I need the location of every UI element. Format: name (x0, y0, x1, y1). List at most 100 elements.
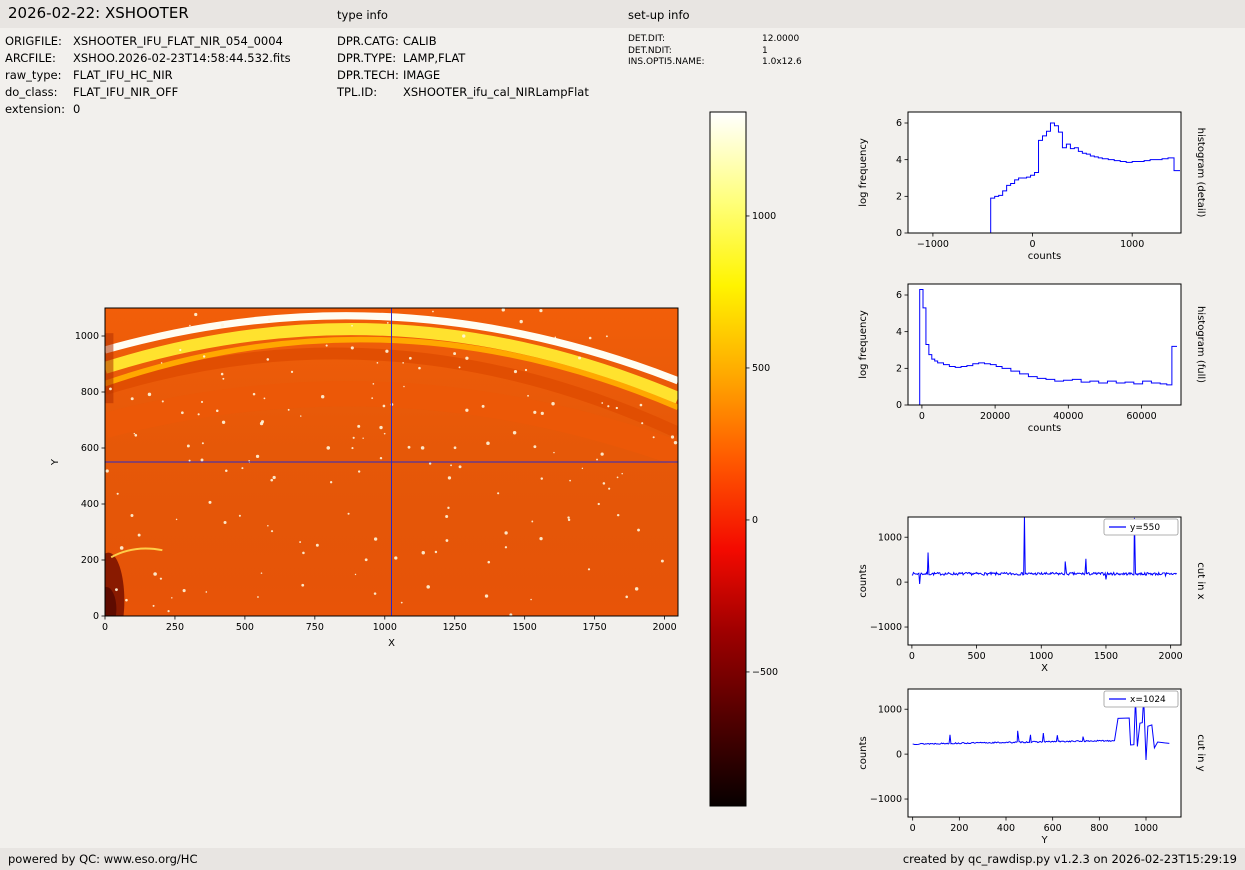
svg-text:0: 0 (93, 611, 99, 622)
svg-text:1000: 1000 (1120, 239, 1144, 250)
svg-text:1250: 1250 (443, 622, 467, 633)
info-row: TPL.ID:XSHOOTER_ifu_cal_NIRLampFlat (337, 84, 589, 101)
svg-text:Y: Y (50, 458, 61, 466)
svg-text:600: 600 (81, 443, 99, 454)
svg-text:counts: counts (1028, 251, 1061, 262)
svg-text:750: 750 (306, 622, 324, 633)
svg-text:0: 0 (896, 400, 902, 411)
svg-text:0: 0 (752, 515, 758, 526)
info-row: DPR.TECH:IMAGE (337, 67, 589, 84)
info-key: extension: (5, 101, 73, 118)
svg-text:0: 0 (896, 577, 902, 588)
info-value: CALIB (403, 33, 437, 50)
svg-text:0: 0 (1030, 239, 1036, 250)
svg-text:0: 0 (909, 651, 915, 662)
svg-text:0: 0 (919, 411, 925, 422)
svg-text:2000: 2000 (1159, 651, 1183, 662)
svg-text:500: 500 (752, 363, 770, 374)
svg-text:cut in x: cut in x (1195, 562, 1206, 599)
svg-text:1500: 1500 (513, 622, 537, 633)
svg-text:500: 500 (968, 651, 986, 662)
svg-text:−1000: −1000 (870, 622, 902, 633)
type-info-heading: type info (337, 8, 388, 22)
svg-text:1000: 1000 (752, 211, 776, 222)
info-key: DPR.TYPE: (337, 50, 403, 67)
svg-text:histogram (full): histogram (full) (1195, 306, 1206, 383)
svg-text:0: 0 (910, 823, 916, 834)
cut-in-y-plot: 02004006008001000−100001000Ycountscut in… (856, 677, 1210, 870)
svg-text:1750: 1750 (583, 622, 607, 633)
info-key: raw_type: (5, 67, 73, 84)
svg-text:2: 2 (896, 192, 902, 203)
info-value: FLAT_IFU_HC_NIR (73, 67, 173, 84)
info-row: raw_type:FLAT_IFU_HC_NIR (5, 67, 291, 84)
info-key: DET.NDIT: (628, 46, 762, 58)
svg-text:6: 6 (896, 290, 902, 301)
info-row: DPR.TYPE:LAMP,FLAT (337, 50, 589, 67)
setup-info-heading: set-up info (628, 8, 690, 22)
info-row: ARCFILE:XSHOO.2026-02-23T14:58:44.532.fi… (5, 50, 291, 67)
info-key: DET.DIT: (628, 34, 762, 46)
svg-text:800: 800 (81, 387, 99, 398)
cut-in-x-plot: 0500100015002000−100001000Xcountscut in … (856, 505, 1210, 701)
svg-text:−500: −500 (752, 667, 778, 678)
info-row: ORIGFILE:XSHOOTER_IFU_FLAT_NIR_054_0004 (5, 33, 291, 50)
qc-report-page: 2026-02-22: XSHOOTER type info set-up in… (0, 0, 1245, 870)
svg-text:cut in y: cut in y (1195, 734, 1206, 771)
svg-text:0: 0 (896, 228, 902, 239)
footer-credit-left: powered by QC: www.eso.org/HC (8, 848, 197, 870)
svg-text:log frequency: log frequency (858, 138, 869, 207)
svg-text:400: 400 (997, 823, 1015, 834)
info-value: 12.0000 (762, 34, 799, 46)
info-value: XSHOO.2026-02-23T14:58:44.532.fits (73, 50, 291, 67)
info-row: DET.DIT:12.0000 (628, 34, 802, 46)
svg-text:counts: counts (858, 736, 869, 769)
svg-text:800: 800 (1090, 823, 1108, 834)
svg-text:1000: 1000 (1029, 651, 1053, 662)
info-value: 1 (762, 46, 768, 58)
info-row: do_class:FLAT_IFU_NIR_OFF (5, 84, 291, 101)
header-bar: 2026-02-22: XSHOOTER type info set-up in… (0, 0, 1245, 28)
svg-text:200: 200 (950, 823, 968, 834)
cut-y-svg: 02004006008001000−100001000Ycountscut in… (856, 677, 1210, 869)
svg-text:1000: 1000 (373, 622, 397, 633)
svg-text:y=550: y=550 (1130, 523, 1160, 533)
svg-text:0: 0 (896, 749, 902, 760)
svg-text:counts: counts (1028, 423, 1061, 434)
svg-text:2000: 2000 (652, 622, 676, 633)
svg-text:400: 400 (81, 499, 99, 510)
info-value: XSHOOTER_ifu_cal_NIRLampFlat (403, 84, 589, 101)
svg-text:2: 2 (896, 364, 902, 375)
svg-text:−1000: −1000 (870, 794, 902, 805)
svg-text:4: 4 (896, 155, 902, 166)
type-info-block: DPR.CATG:CALIBDPR.TYPE:LAMP,FLATDPR.TECH… (337, 33, 589, 101)
info-key: do_class: (5, 84, 73, 101)
info-value: LAMP,FLAT (403, 50, 465, 67)
file-info-block: ORIGFILE:XSHOOTER_IFU_FLAT_NIR_054_0004A… (5, 33, 291, 118)
svg-text:log frequency: log frequency (858, 310, 869, 379)
histogram-full-plot: 02000040000600000246countslog frequencyh… (856, 272, 1210, 461)
svg-text:1000: 1000 (75, 331, 99, 342)
svg-text:X: X (1041, 663, 1048, 674)
colorbar-svg: 1000 500 0 −500 (706, 105, 784, 817)
svg-text:200: 200 (81, 555, 99, 566)
raw-image-plot: 0250500750100012501500175020000200400600… (40, 286, 700, 674)
info-value: IMAGE (403, 67, 440, 84)
histogram-detail-plot: −1000010000246countslog frequencyhistogr… (856, 100, 1210, 289)
info-value: XSHOOTER_IFU_FLAT_NIR_054_0004 (73, 33, 283, 50)
svg-text:1000: 1000 (878, 704, 902, 715)
svg-text:1000: 1000 (1134, 823, 1158, 834)
svg-text:Y: Y (1040, 835, 1048, 846)
svg-text:40000: 40000 (1053, 411, 1083, 422)
svg-text:4: 4 (896, 327, 902, 338)
svg-text:500: 500 (236, 622, 254, 633)
info-key: TPL.ID: (337, 84, 403, 101)
svg-text:counts: counts (858, 564, 869, 597)
svg-text:20000: 20000 (980, 411, 1010, 422)
hist-full-svg: 02000040000600000246countslog frequencyh… (856, 272, 1210, 457)
info-value: FLAT_IFU_NIR_OFF (73, 84, 178, 101)
svg-text:x=1024: x=1024 (1130, 695, 1166, 705)
colorbar: 1000 500 0 −500 (706, 105, 784, 821)
info-key: ORIGFILE: (5, 33, 73, 50)
raw-image-svg: 0250500750100012501500175020000200400600… (40, 286, 700, 670)
